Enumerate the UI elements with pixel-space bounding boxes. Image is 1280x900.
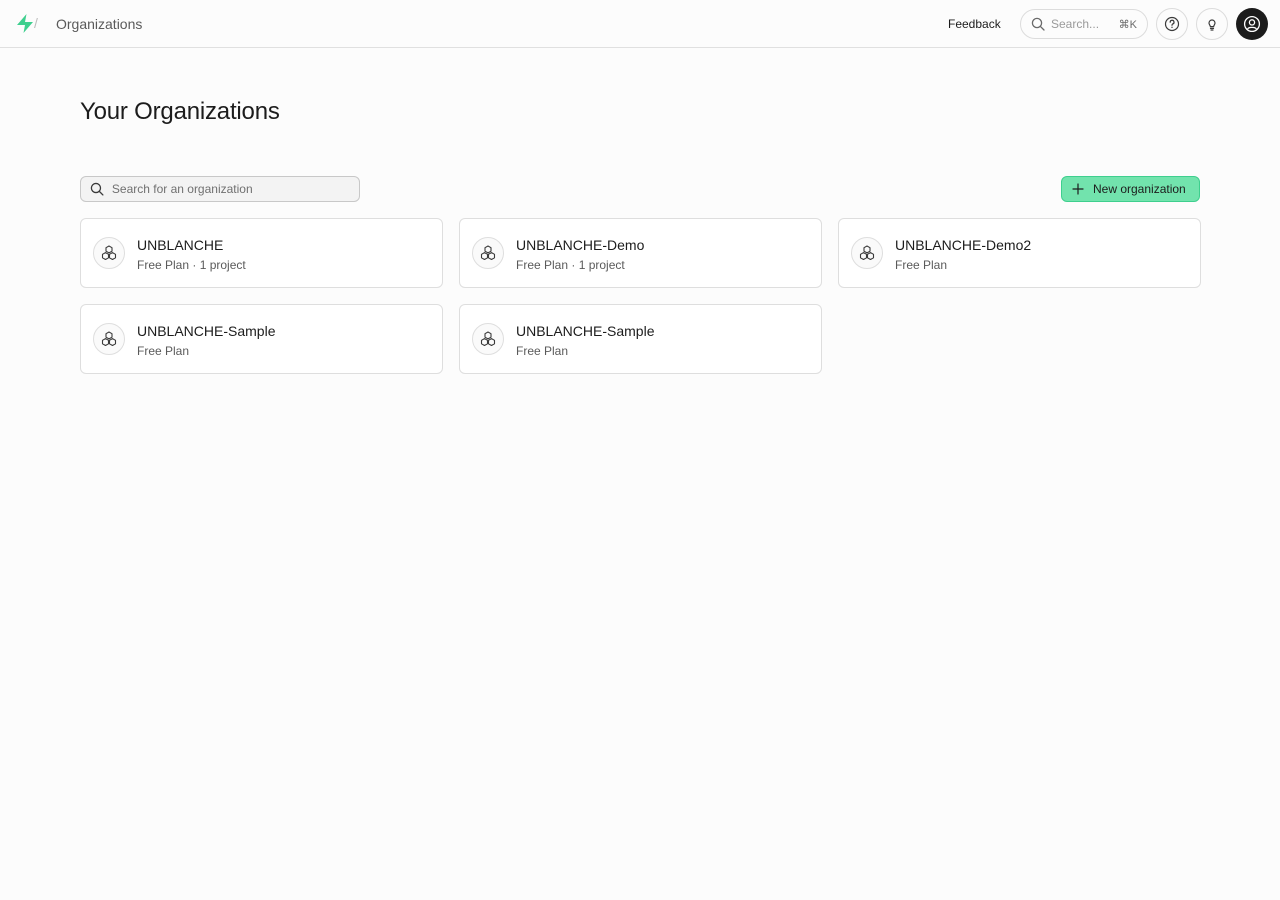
boxes-icon bbox=[101, 245, 117, 261]
organization-name: UNBLANCHE bbox=[137, 237, 224, 253]
organization-meta: Free Plan · 1 project bbox=[137, 258, 246, 272]
global-search-placeholder: Search... bbox=[1051, 17, 1100, 31]
org-icon-wrapper bbox=[851, 237, 883, 269]
organization-meta: Free Plan bbox=[137, 344, 190, 358]
organization-search[interactable] bbox=[80, 176, 360, 202]
boxes-icon bbox=[480, 331, 496, 347]
org-icon-wrapper bbox=[93, 237, 125, 269]
new-organization-label: New organization bbox=[1093, 182, 1186, 196]
page-title: Your Organizations bbox=[80, 98, 280, 125]
organization-search-input[interactable] bbox=[111, 182, 350, 196]
breadcrumb-organizations[interactable]: Organizations bbox=[56, 16, 142, 32]
organization-name: UNBLANCHE-Demo bbox=[516, 237, 645, 253]
org-icon-wrapper bbox=[472, 237, 504, 269]
search-icon bbox=[90, 182, 104, 196]
organization-card[interactable]: UNBLANCHE Free Plan · 1 project bbox=[80, 218, 443, 288]
top-bar: / Organizations Feedback Search... ⌘K bbox=[0, 0, 1280, 48]
plus-icon bbox=[1072, 183, 1084, 195]
organization-name: UNBLANCHE-Sample bbox=[137, 323, 276, 339]
lightbulb-icon bbox=[1208, 19, 1216, 31]
organization-meta: Free Plan bbox=[895, 258, 948, 272]
user-avatar-icon bbox=[1243, 15, 1261, 33]
supabase-bolt-icon[interactable] bbox=[16, 14, 34, 33]
new-organization-button[interactable]: New organization bbox=[1061, 176, 1200, 202]
user-avatar[interactable] bbox=[1236, 8, 1268, 40]
boxes-icon bbox=[859, 245, 875, 261]
boxes-icon bbox=[101, 331, 117, 347]
help-circle-icon bbox=[1164, 16, 1180, 32]
organization-meta: Free Plan · 1 project bbox=[516, 258, 625, 272]
search-shortcut: ⌘K bbox=[1118, 18, 1137, 31]
global-search[interactable]: Search... ⌘K bbox=[1020, 9, 1148, 39]
search-icon bbox=[1031, 17, 1045, 31]
feedback-button[interactable]: Feedback bbox=[940, 12, 1009, 36]
boxes-icon bbox=[480, 245, 496, 261]
breadcrumb-separator: / bbox=[34, 15, 38, 31]
organization-card[interactable]: UNBLANCHE-Demo2 Free Plan bbox=[838, 218, 1201, 288]
org-icon-wrapper bbox=[93, 323, 125, 355]
organization-name: UNBLANCHE-Demo2 bbox=[895, 237, 1032, 253]
organization-card[interactable]: UNBLANCHE-Sample Free Plan bbox=[459, 304, 822, 374]
organization-card[interactable]: UNBLANCHE-Sample Free Plan bbox=[80, 304, 443, 374]
organization-meta: Free Plan bbox=[516, 344, 569, 358]
organization-name: UNBLANCHE-Sample bbox=[516, 323, 655, 339]
org-icon-wrapper bbox=[472, 323, 504, 355]
organization-card[interactable]: UNBLANCHE-Demo Free Plan · 1 project bbox=[459, 218, 822, 288]
tips-button[interactable] bbox=[1196, 8, 1228, 40]
help-button[interactable] bbox=[1156, 8, 1188, 40]
